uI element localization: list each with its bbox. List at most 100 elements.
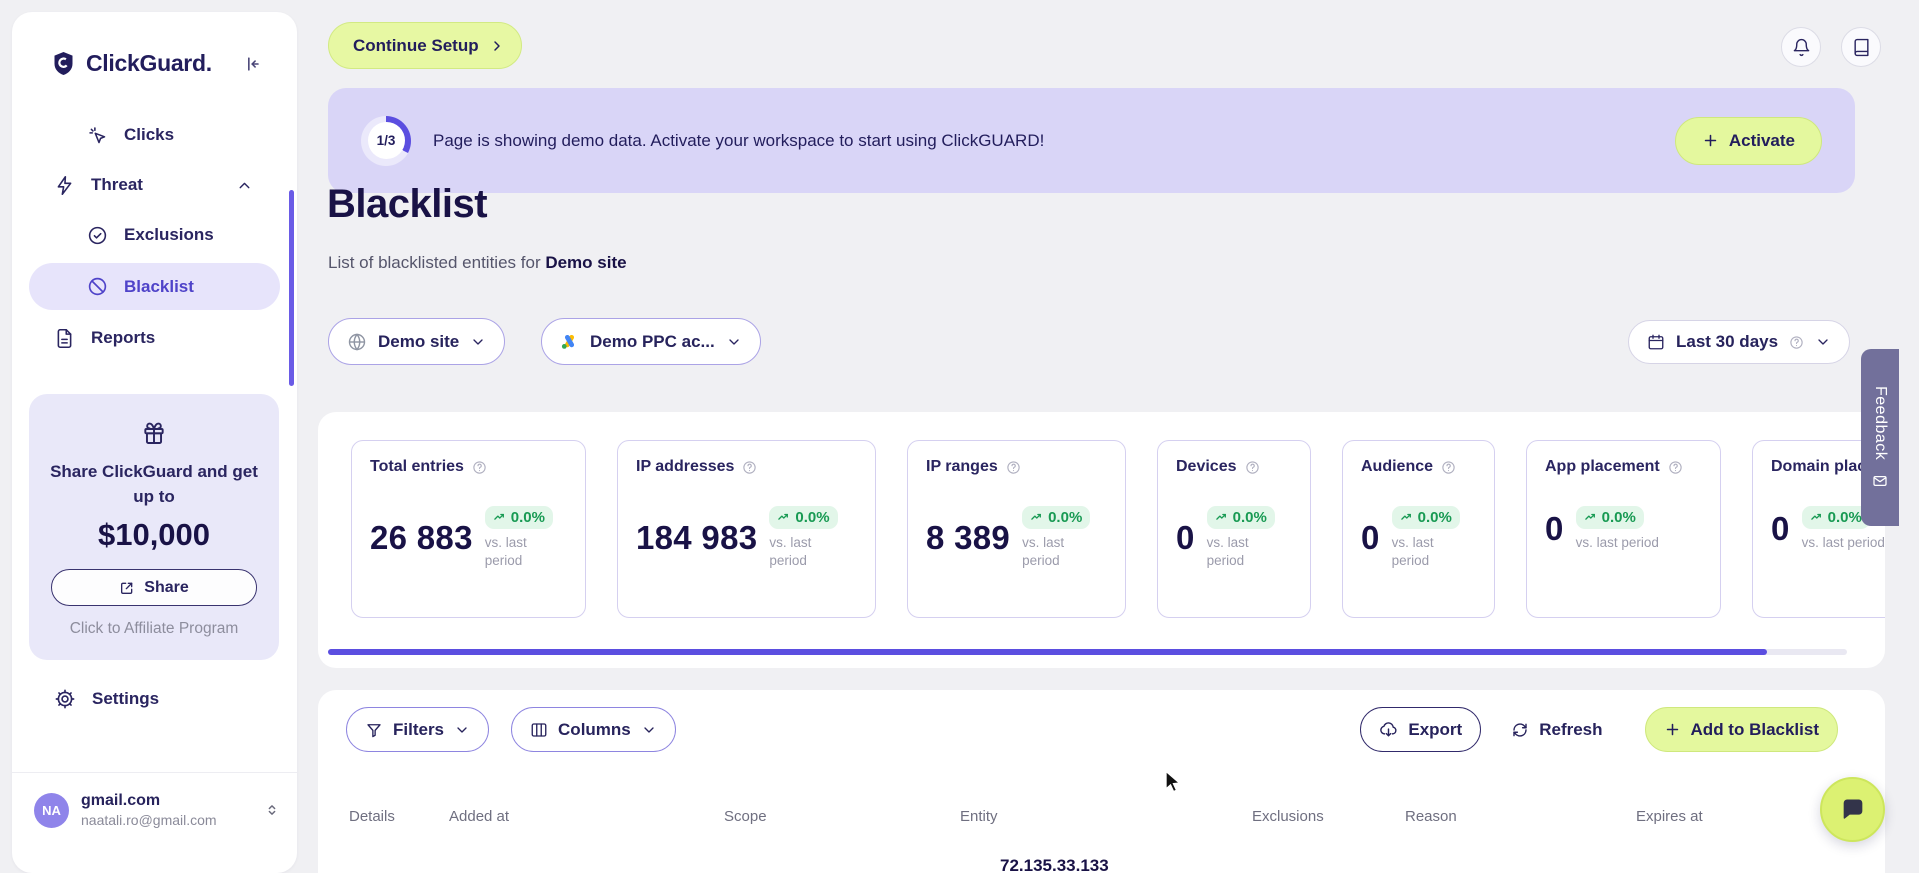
affiliate-promo-card: Share ClickGuard and get up to $10,000 S…: [29, 394, 279, 661]
chevron-down-icon: [1815, 334, 1831, 350]
help-icon[interactable]: [1668, 460, 1683, 475]
chevron-down-icon: [726, 334, 742, 350]
stat-value: 0: [1176, 518, 1195, 556]
site-selector-value: Demo site: [378, 331, 460, 351]
stat-vs-label: vs. last period: [484, 535, 527, 568]
chevron-up-icon: [236, 177, 253, 194]
help-icon[interactable]: [472, 460, 487, 475]
site-selector-dropdown[interactable]: Demo site: [328, 318, 506, 365]
demo-data-banner: 1/3 Page is showing demo data. Activate …: [328, 88, 1855, 193]
trend-up-icon: [1584, 513, 1595, 520]
export-button-label: Export: [1408, 719, 1463, 739]
table-row[interactable]: 72.135.33.133: [318, 856, 1885, 873]
external-link-icon: [119, 580, 135, 596]
chevron-right-icon: [489, 38, 505, 54]
help-icon[interactable]: [1789, 335, 1804, 350]
setup-progress-ring: 1/3: [361, 115, 411, 166]
gear-icon: [54, 688, 76, 710]
continue-setup-button[interactable]: Continue Setup: [328, 22, 522, 69]
exclusions-icon: [87, 225, 108, 246]
sidebar-scrollbar[interactable]: [289, 190, 294, 386]
trend-up-icon: [1810, 513, 1821, 520]
stat-label: Devices: [1176, 458, 1237, 475]
user-account-selector[interactable]: NA gmail.com naatali.ro@gmail.com: [34, 792, 281, 828]
trend-up-icon: [493, 513, 504, 520]
trend-up-icon: [778, 513, 789, 520]
date-range-dropdown[interactable]: Last 30 days: [1628, 320, 1851, 364]
stat-value: 26 883: [370, 518, 473, 556]
sidebar-collapse-icon[interactable]: [243, 54, 263, 74]
sidebar-item-label: Blacklist: [124, 276, 194, 296]
column-header-exclusions: Exclusions: [1252, 808, 1324, 825]
chat-widget-button[interactable]: [1820, 777, 1885, 842]
refresh-button[interactable]: Refresh: [1505, 707, 1609, 752]
envelope-icon: [1872, 473, 1888, 489]
trend-badge: 0.0%: [769, 506, 838, 529]
sidebar-item-label: Clicks: [124, 125, 175, 144]
stat-vs-label: vs. last period: [1022, 535, 1065, 568]
cards-scrollbar-track: [328, 649, 1847, 655]
stat-label: Total entries: [370, 458, 464, 475]
bell-icon: [1792, 38, 1811, 57]
clickguard-logo-icon: [50, 50, 77, 77]
columns-button[interactable]: Columns: [511, 707, 676, 752]
setup-progress-value: 1/3: [367, 122, 405, 159]
sidebar-item-threat[interactable]: Threat: [12, 160, 297, 210]
stat-card-ip-addresses: IP addresses 184 983 0.0% vs. last perio…: [617, 440, 876, 618]
filters-button[interactable]: Filters: [346, 707, 490, 752]
column-header-scope: Scope: [724, 808, 767, 825]
trend-badge: 0.0%: [1391, 506, 1460, 529]
ppc-account-dropdown[interactable]: Demo PPC ac...: [541, 318, 761, 365]
help-icon[interactable]: [1006, 460, 1021, 475]
blacklist-table-panel: Filters Columns Export Refresh Add to Bl…: [318, 690, 1885, 873]
trend-badge: 0.0%: [1206, 506, 1275, 529]
docs-button[interactable]: [1841, 27, 1881, 67]
stat-value: 8 389: [926, 518, 1011, 556]
avatar: NA: [34, 792, 69, 828]
stat-vs-label: vs. last period: [769, 535, 812, 568]
entity-value: 72.135.33.133: [1000, 856, 1109, 873]
help-icon[interactable]: [742, 460, 757, 475]
activate-button[interactable]: Activate: [1674, 116, 1822, 165]
trend-badge: 0.0%: [1801, 506, 1870, 529]
stat-value: 184 983: [636, 518, 758, 556]
blacklist-icon: [87, 276, 108, 297]
trend-up-icon: [1215, 513, 1226, 520]
chevron-down-icon: [454, 722, 470, 738]
sidebar-item-blacklist[interactable]: Blacklist: [29, 263, 280, 310]
feedback-label: Feedback: [1872, 386, 1889, 461]
share-button[interactable]: Share: [51, 569, 257, 607]
refresh-button-label: Refresh: [1539, 719, 1603, 739]
sidebar-item-label: Exclusions: [124, 225, 214, 244]
feedback-tab[interactable]: Feedback: [1861, 349, 1899, 526]
sidebar-item-clicks[interactable]: Clicks: [12, 110, 297, 160]
cards-scrollbar-thumb[interactable]: [328, 649, 1767, 655]
column-header-added-at: Added at: [449, 808, 510, 825]
settings-label: Settings: [92, 689, 160, 708]
activate-label: Activate: [1728, 130, 1795, 150]
sidebar-item-settings[interactable]: Settings: [54, 688, 159, 710]
refresh-icon: [1511, 721, 1529, 739]
stat-vs-label: vs. last period: [1206, 535, 1249, 568]
continue-setup-label: Continue Setup: [353, 35, 479, 55]
subtitle-site-name: Demo site: [545, 253, 627, 272]
sidebar-item-label: Threat: [91, 175, 143, 194]
subtitle-prefix: List of blacklisted entities for: [328, 253, 546, 272]
calendar-icon: [1647, 333, 1665, 351]
notifications-button[interactable]: [1781, 27, 1821, 67]
page-subtitle: List of blacklisted entities for Demo si…: [328, 253, 627, 273]
sidebar-item-exclusions[interactable]: Exclusions: [12, 210, 297, 260]
help-icon[interactable]: [1441, 460, 1456, 475]
threat-icon: [54, 175, 75, 196]
help-icon[interactable]: [1245, 460, 1260, 475]
stat-vs-label: vs. last period: [1575, 535, 1659, 550]
sidebar-item-reports[interactable]: Reports: [12, 313, 297, 363]
user-email: naatali.ro@gmail.com: [81, 812, 217, 828]
affiliate-link[interactable]: Click to Affiliate Program: [47, 620, 261, 638]
clicks-icon: [87, 125, 108, 146]
export-button[interactable]: Export: [1360, 707, 1482, 752]
trend-badge: 0.0%: [1022, 506, 1091, 529]
logo-text: ClickGuard.: [86, 50, 212, 76]
stat-label: Audience: [1361, 458, 1434, 475]
add-to-blacklist-button[interactable]: Add to Blacklist: [1644, 707, 1838, 752]
